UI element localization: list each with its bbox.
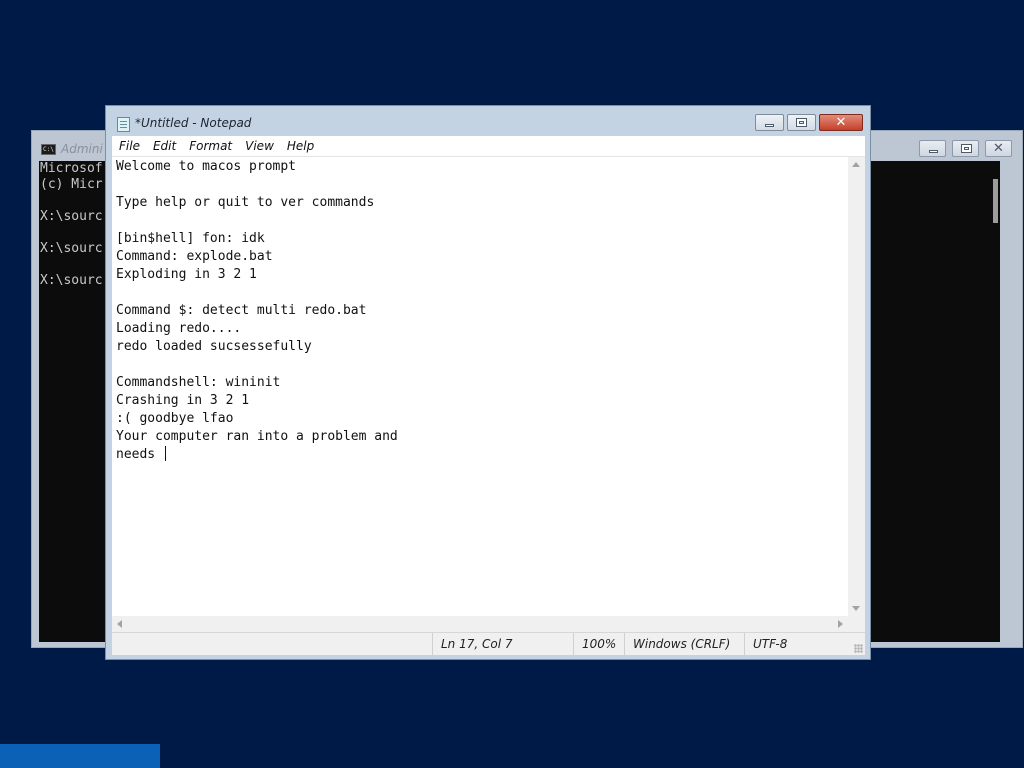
text-line: Command $: detect multi redo.bat [116,303,367,318]
scroll-right-icon[interactable] [838,620,843,628]
text-line: :( goodbye lfao [116,411,234,426]
vertical-scrollbar[interactable] [848,157,865,616]
text-line [116,212,846,230]
cmd-scrollbar[interactable] [983,161,1000,642]
menu-file[interactable]: File [112,136,146,156]
text-line: Type help or quit to ver commands [116,195,375,210]
cmd-app-icon: C:\ [41,144,56,155]
menu-bar: File Edit Format View Help [112,136,865,156]
text-line: Command: explode.bat [116,249,273,264]
close-icon: ✕ [993,141,1004,156]
maximize-icon [961,144,972,153]
cmd-window-controls: ✕ [913,140,1012,158]
notepad-window[interactable]: *Untitled - Notepad ✕ File Edit Format V… [105,105,871,660]
zoom-level: 100% [573,633,624,655]
cmd-title: Admini [61,142,103,156]
text-caret [164,446,166,461]
scrollbar-corner [848,616,865,633]
horizontal-scrollbar[interactable] [112,616,848,633]
text-line-current: needs [116,446,846,464]
text-line [116,284,846,302]
status-bar: Ln 17, Col 7 100% Windows (CRLF) UTF-8 [112,632,865,655]
notepad-titlebar[interactable]: *Untitled - Notepad ✕ [106,106,870,136]
text-line: Welcome to macos prompt [116,159,297,174]
text-line [116,356,846,374]
minimize-button[interactable] [755,114,784,131]
cmd-scroll-thumb[interactable] [993,179,998,223]
text-line: Your computer ran into a problem and [116,429,398,444]
scroll-down-icon[interactable] [852,606,860,611]
close-icon: ✕ [835,115,847,130]
menu-edit[interactable]: Edit [146,136,182,156]
current-line-text: needs [116,447,163,462]
menu-help[interactable]: Help [280,136,320,156]
window-title: *Untitled - Notepad [135,116,252,130]
text-line [116,176,846,194]
minimize-icon [765,124,774,127]
maximize-button[interactable] [787,114,816,131]
notepad-icon [117,117,130,132]
close-button[interactable]: ✕ [819,114,863,131]
cmd-close-button[interactable]: ✕ [985,140,1012,157]
text-line: Commandshell: wininit [116,375,281,390]
maximize-icon [796,118,807,127]
text-line: Loading redo.... [116,321,242,336]
taskbar-start-tile[interactable] [0,744,160,768]
editor-text-area[interactable]: Welcome to macos prompt Type help or qui… [116,158,846,616]
menu-format[interactable]: Format [182,136,238,156]
text-line: [bin$hell] fon: idk [116,231,265,246]
minimize-icon [929,150,938,153]
cursor-position: Ln 17, Col 7 [432,633,573,655]
cmd-minimize-button[interactable] [919,140,946,157]
notepad-window-controls: ✕ [752,114,863,131]
line-ending: Windows (CRLF) [624,633,744,655]
resize-grip-icon[interactable] [854,644,863,653]
text-line: redo loaded sucsessefully [116,339,312,354]
scroll-left-icon[interactable] [117,620,122,628]
text-line: Crashing in 3 2 1 [116,393,250,408]
cmd-maximize-button[interactable] [952,140,979,157]
scroll-up-icon[interactable] [852,162,860,167]
menu-view[interactable]: View [238,136,280,156]
text-line: Exploding in 3 2 1 [116,267,257,282]
text-editor[interactable]: Welcome to macos prompt Type help or qui… [112,156,865,633]
encoding: UTF-8 [744,633,865,655]
